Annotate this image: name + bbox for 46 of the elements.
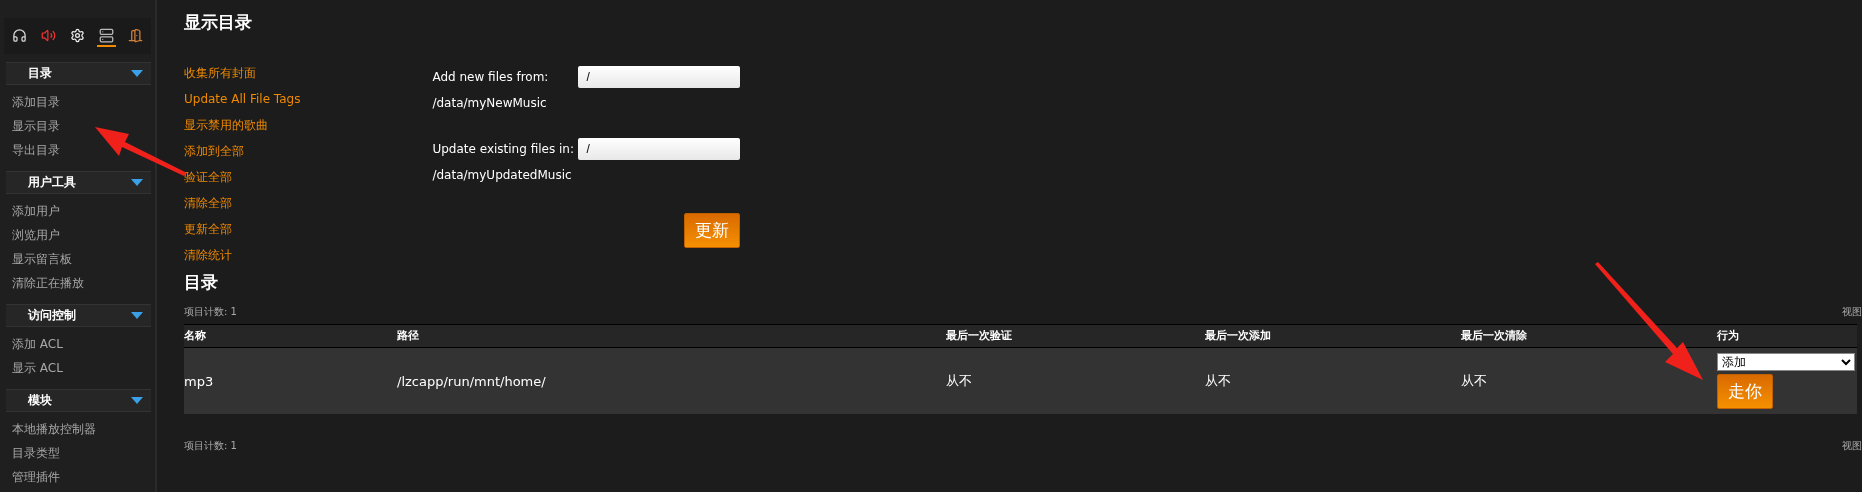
sidebar-link[interactable]: 浏览用户 [12, 223, 155, 247]
table-cell: 从不 [1205, 348, 1461, 414]
sidebar-link[interactable]: 显示留言板 [12, 247, 155, 271]
column-header: 路径 [397, 324, 946, 348]
action-link[interactable]: 清除全部 [184, 190, 301, 216]
section-header[interactable]: 目录 [6, 62, 151, 85]
section-header[interactable]: 访问控制 [6, 304, 151, 327]
field-label: Update existing files in: /data/myUpdatedMusic [432, 141, 575, 185]
section-header[interactable]: 用户工具 [6, 171, 151, 194]
sidebar-link[interactable]: 添加目录 [12, 90, 155, 114]
field-label: Add new files from: /data/myNewMusic [432, 69, 550, 112]
action-link[interactable]: 收集所有封面 [184, 60, 301, 86]
column-header: 最后一次验证 [946, 324, 1205, 348]
action-link[interactable]: Update All File Tags [184, 86, 301, 112]
section-header[interactable]: 模块 [6, 389, 151, 412]
view-label: 视图 [1842, 439, 1862, 453]
column-header: 名称 [184, 324, 397, 348]
action-link[interactable]: 添加到全部 [184, 138, 301, 164]
view-label: 视图 [1842, 305, 1862, 319]
table-cell: 从不 [1461, 348, 1717, 414]
column-header: 最后一次添加 [1205, 324, 1461, 348]
sidebar-link[interactable]: 管理插件 [12, 465, 155, 489]
action-select[interactable]: 添加 [1717, 353, 1855, 371]
page-title: 显示目录 [184, 11, 253, 34]
action-link[interactable]: 更新全部 [184, 216, 301, 242]
action-link[interactable]: 显示禁用的歌曲 [184, 112, 301, 138]
section-title: 目录 [184, 271, 219, 294]
table-cell: 从不 [946, 348, 1205, 414]
column-header: 最后一次清除 [1461, 324, 1717, 348]
sidebar-link[interactable]: 清除正在播放 [12, 271, 155, 295]
sidebar-link[interactable]: 显示 ACL [12, 356, 155, 380]
item-count: 项目计数: 1 [184, 305, 237, 319]
item-count: 项目计数: 1 [184, 439, 237, 453]
path-field[interactable]: / [578, 66, 741, 88]
sidebar-link[interactable]: 显示目录 [12, 114, 155, 138]
action-link[interactable]: 清除统计 [184, 242, 301, 268]
sidebar-link[interactable]: 目录类型 [12, 441, 155, 465]
path-field[interactable]: / [578, 138, 741, 161]
column-header: 行为 [1717, 324, 1857, 348]
sidebar-link[interactable]: 导出目录 [12, 138, 155, 162]
sidebar-link[interactable]: 本地播放控制器 [12, 417, 155, 441]
action-link[interactable]: 验证全部 [184, 164, 301, 190]
sidebar-link[interactable]: 添加用户 [12, 199, 155, 223]
table-cell: /lzcapp/run/mnt/home/ [397, 348, 946, 414]
table-cell: mp3 [184, 348, 397, 414]
sidebar-link[interactable]: 添加 ACL [12, 332, 155, 356]
